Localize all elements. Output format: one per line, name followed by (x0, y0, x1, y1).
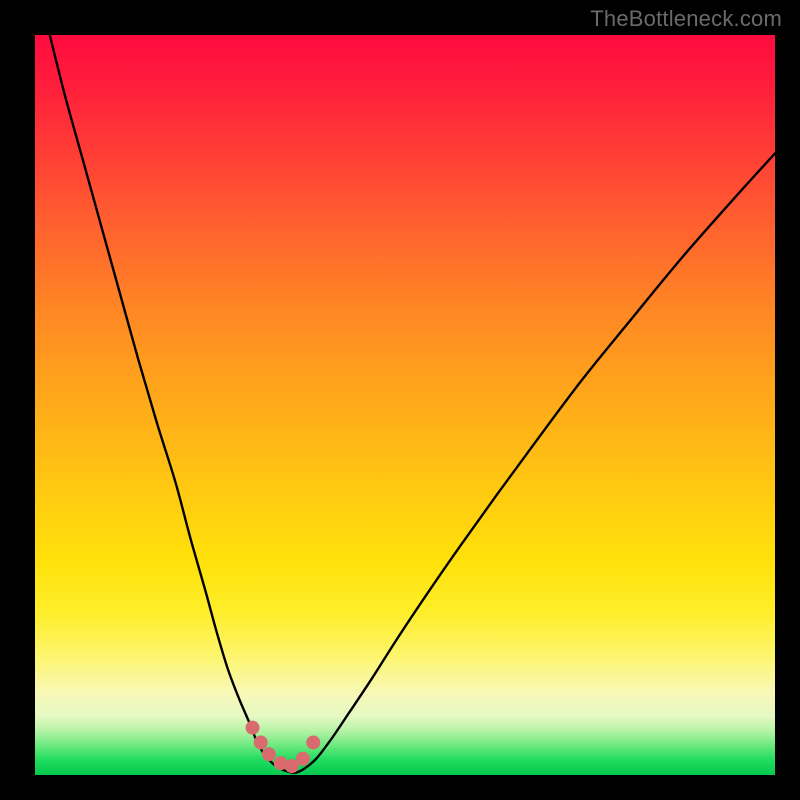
plot-area (35, 35, 775, 775)
chart-stage: TheBottleneck.com (0, 0, 800, 800)
watermark-text: TheBottleneck.com (590, 6, 782, 32)
gradient-background (35, 35, 775, 775)
